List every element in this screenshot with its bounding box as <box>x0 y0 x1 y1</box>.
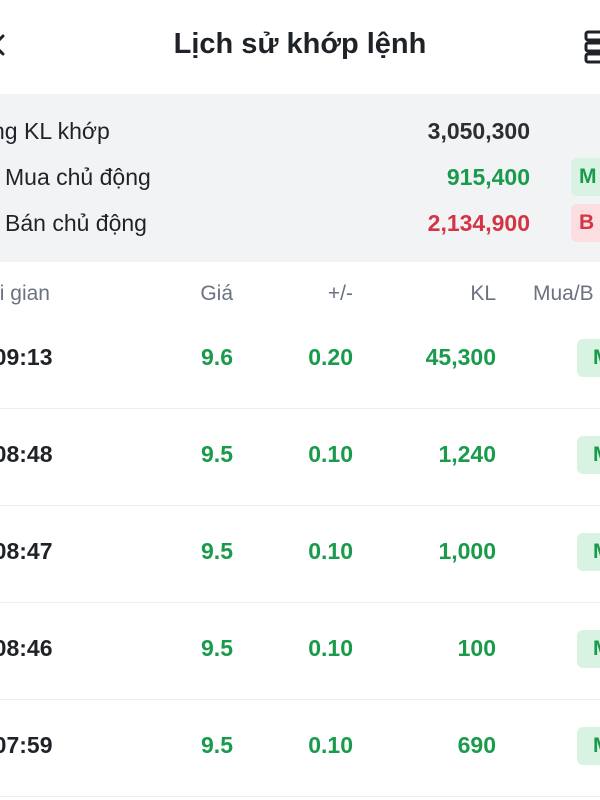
trade-time: :08:47 <box>0 538 53 564</box>
trade-volume: 1,240 <box>438 441 496 467</box>
trade-time: :08:46 <box>0 635 53 661</box>
table-row[interactable]: :07:59 9.5 0.10 690 M <box>0 700 600 797</box>
trade-change: 0.10 <box>308 441 353 467</box>
sell-badge: B <box>571 204 600 242</box>
trade-time: :08:48 <box>0 441 53 467</box>
summary-total-row: ng KL khớp 3,050,300 <box>0 112 600 152</box>
trade-side-badge: M <box>577 436 600 474</box>
trade-change: 0.10 <box>308 732 353 758</box>
app-header: Lịch sử khớp lệnh <box>0 0 600 94</box>
active-buy-value: 915,400 <box>446 164 530 190</box>
trades-list: :09:13 9.6 0.20 45,300 M :08:48 9.5 0.10… <box>0 312 600 797</box>
table-row[interactable]: :08:47 9.5 0.10 1,000 M <box>0 506 600 603</box>
trade-time: :09:13 <box>0 344 53 370</box>
buy-badge: M <box>571 158 600 196</box>
active-sell-value: 2,134,900 <box>427 210 530 236</box>
trade-side-badge: M <box>577 339 600 377</box>
trade-change: 0.10 <box>308 635 353 661</box>
trade-change: 0.10 <box>308 538 353 564</box>
table-row[interactable]: :08:48 9.5 0.10 1,240 M <box>0 409 600 506</box>
trade-price: 9.5 <box>201 538 233 564</box>
trade-volume: 1,000 <box>438 538 496 564</box>
trade-price: 9.5 <box>201 635 233 661</box>
column-volume: KL <box>470 282 496 305</box>
column-price: Giá <box>200 282 233 305</box>
column-time: ời gian <box>0 282 50 305</box>
trade-price: 9.5 <box>201 732 233 758</box>
trade-change: 0.20 <box>308 344 353 370</box>
trade-volume: 100 <box>457 635 496 661</box>
trade-volume: 690 <box>457 732 496 758</box>
trade-price: 9.6 <box>201 344 233 370</box>
active-sell-label: Bán chủ động <box>5 210 147 236</box>
list-icon[interactable] <box>584 30 600 64</box>
summary-sell-row: Bán chủ động 2,134,900 B <box>0 204 600 244</box>
column-change: +/- <box>327 282 353 305</box>
total-volume-value: 3,050,300 <box>427 118 530 144</box>
match-summary-panel: ng KL khớp 3,050,300 Mua chủ động 915,40… <box>0 94 600 262</box>
trade-price: 9.5 <box>201 441 233 467</box>
summary-buy-row: Mua chủ động 915,400 M <box>0 158 600 198</box>
total-volume-label: ng KL khớp <box>0 118 110 144</box>
table-row[interactable]: :08:46 9.5 0.10 100 M <box>0 603 600 700</box>
trade-time: :07:59 <box>0 732 53 758</box>
page-title: Lịch sử khớp lệnh <box>173 28 427 60</box>
trade-side-badge: M <box>577 630 600 668</box>
trade-volume: 45,300 <box>425 344 496 370</box>
table-row[interactable]: :09:13 9.6 0.20 45,300 M <box>0 312 600 409</box>
trade-side-badge: M <box>577 727 600 765</box>
active-buy-label: Mua chủ động <box>5 164 151 190</box>
column-side: Mua/B <box>533 282 594 305</box>
trade-side-badge: M <box>577 533 600 571</box>
